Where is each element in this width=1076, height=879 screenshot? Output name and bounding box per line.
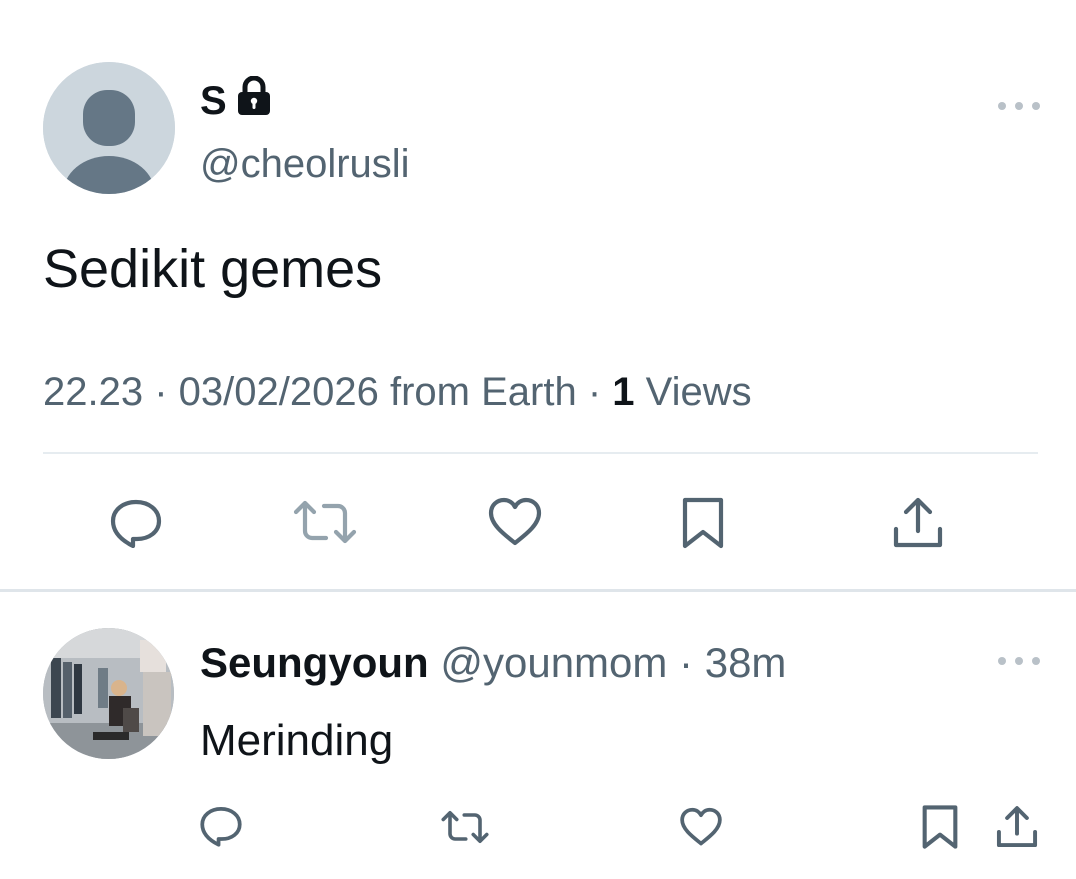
tweet-source: from Earth: [378, 370, 577, 414]
reply-bookmark-button[interactable]: [917, 802, 963, 852]
reply-avatar-photo: [43, 628, 174, 759]
reply-header: Seungyoun @younmom · 38m: [200, 639, 787, 686]
views-label: Views: [634, 370, 752, 414]
bookmark-button[interactable]: [676, 495, 730, 551]
like-button[interactable]: [486, 495, 544, 549]
author-name[interactable]: S: [200, 78, 227, 124]
retweet-button[interactable]: [291, 498, 359, 546]
reply-text: Merinding: [200, 716, 394, 765]
retweet-icon: [293, 500, 357, 544]
reply-author-name[interactable]: Seungyoun: [200, 639, 429, 686]
like-icon: [680, 807, 722, 846]
retweet-icon: [441, 810, 489, 844]
reply-icon: [110, 499, 162, 548]
bookmark-icon: [682, 497, 724, 549]
tweet-text: Sedikit gemes: [43, 239, 383, 299]
reply-share-button[interactable]: [992, 802, 1042, 852]
share-icon: [893, 497, 943, 548]
more-horizontal-icon: [998, 657, 1006, 665]
like-icon: [488, 497, 542, 546]
views-count: 1: [612, 370, 635, 414]
reply-like-button[interactable]: [677, 805, 725, 849]
share-icon: [996, 806, 1038, 848]
reply-avatar[interactable]: [43, 628, 174, 759]
author-name-row[interactable]: S: [200, 75, 271, 126]
author-handle[interactable]: @cheolrusli: [200, 141, 410, 187]
reply-more-options-button[interactable]: [998, 649, 1040, 673]
bookmark-icon: [922, 805, 958, 849]
lock-icon: [237, 75, 271, 126]
tweet-meta: 22.23 · 03/02/2026 from Earth · 1 Views: [43, 370, 752, 414]
reply-button[interactable]: [106, 496, 166, 550]
reply-time[interactable]: 38m: [705, 639, 787, 686]
divider: [0, 589, 1076, 592]
share-button[interactable]: [888, 494, 948, 552]
more-options-button[interactable]: [998, 94, 1040, 118]
tweet-time[interactable]: 22.23: [43, 370, 143, 414]
tweet-date[interactable]: 03/02/2026: [179, 370, 379, 414]
reply-icon: [200, 807, 242, 847]
more-horizontal-icon: [998, 102, 1006, 110]
avatar[interactable]: [43, 62, 175, 194]
divider: [43, 452, 1038, 454]
default-avatar-icon: [43, 62, 175, 194]
reply-reply-button[interactable]: [196, 803, 246, 849]
reply-retweet-button[interactable]: [438, 807, 492, 847]
reply-author-handle[interactable]: @younmom: [440, 639, 667, 686]
